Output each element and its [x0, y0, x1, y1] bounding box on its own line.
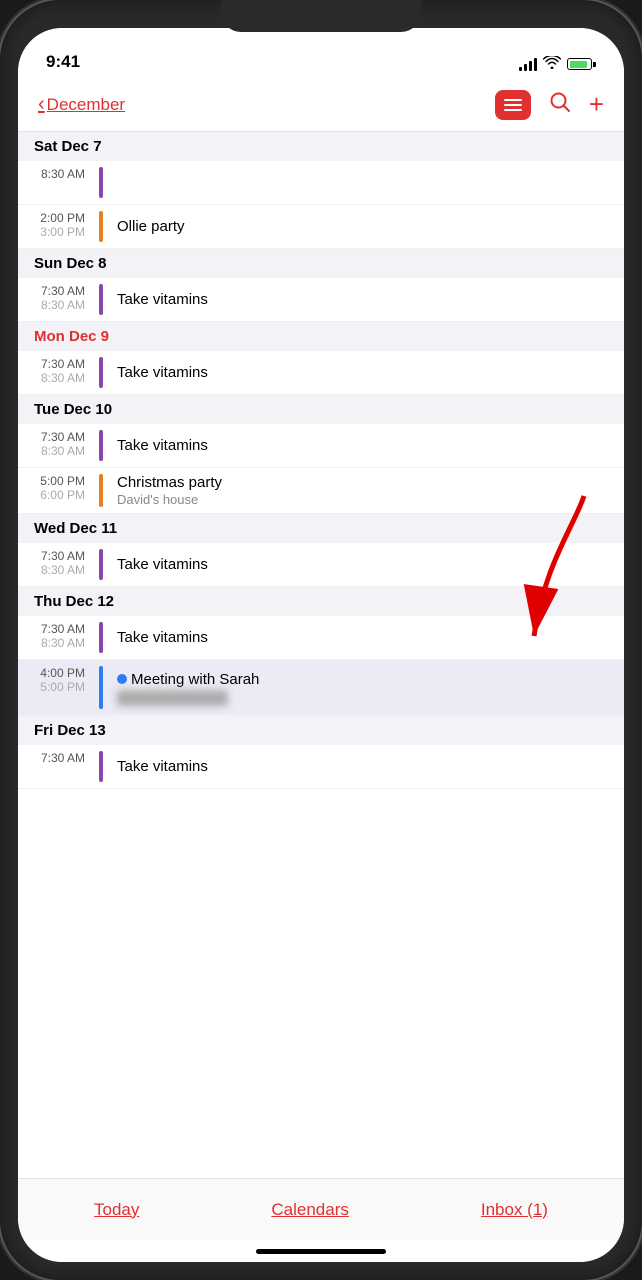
phone-frame: 9:41 — [0, 0, 642, 1280]
back-label: December — [47, 95, 125, 115]
event-color-bar — [99, 666, 103, 709]
event-row[interactable]: 7:30 AM 8:30 AM Take vitamins — [18, 543, 624, 587]
wifi-icon — [543, 56, 561, 72]
event-row[interactable]: 5:00 PM 6:00 PM Christmas party David's … — [18, 468, 624, 514]
event-title: Ollie party — [117, 218, 616, 235]
hamburger-icon — [504, 99, 522, 111]
event-blurred-detail: ████████████ — [117, 690, 616, 705]
event-row[interactable]: 8:30 AM — [18, 161, 624, 205]
search-button[interactable] — [549, 91, 571, 119]
event-title: Christmas party — [117, 474, 616, 491]
day-header-thu-dec-12: Thu Dec 12 — [18, 587, 624, 616]
event-content: Take vitamins — [109, 278, 624, 321]
status-time: 9:41 — [46, 52, 80, 72]
tab-today[interactable]: Today — [82, 1192, 151, 1228]
event-title: Take vitamins — [117, 291, 616, 308]
event-row[interactable]: 7:30 AM 8:30 AM Take vitamins — [18, 424, 624, 468]
nav-bar: ‹ December + — [18, 78, 624, 132]
status-icons — [519, 56, 596, 72]
event-subtitle: David's house — [117, 492, 616, 507]
event-time: 7:30 AM 8:30 AM — [18, 616, 93, 659]
event-dot-icon — [117, 674, 127, 684]
event-time: 8:30 AM — [18, 161, 93, 204]
signal-bar-1 — [519, 67, 522, 71]
event-content: Take vitamins — [109, 424, 624, 467]
tab-calendars[interactable]: Calendars — [259, 1192, 361, 1228]
day-header-sat-dec-7: Sat Dec 7 — [18, 132, 624, 161]
event-title: Take vitamins — [117, 364, 616, 381]
tab-bar: Today Calendars Inbox (1) — [18, 1178, 624, 1240]
event-content: Ollie party — [109, 205, 624, 248]
event-time: 7:30 AM 8:30 AM — [18, 351, 93, 394]
day-header-wed-dec-11: Wed Dec 11 — [18, 514, 624, 543]
day-header-fri-dec-13: Fri Dec 13 — [18, 716, 624, 745]
signal-bars-icon — [519, 58, 537, 71]
event-title: Take vitamins — [117, 629, 616, 646]
day-header-sun-dec-8: Sun Dec 8 — [18, 249, 624, 278]
battery-icon — [567, 58, 596, 70]
signal-bar-2 — [524, 64, 527, 71]
day-header-mon-dec-9: Mon Dec 9 — [18, 322, 624, 351]
notch — [221, 0, 421, 32]
back-button[interactable]: ‹ December — [38, 93, 125, 116]
event-content — [109, 161, 624, 204]
chevron-left-icon: ‹ — [38, 93, 45, 116]
add-button[interactable]: + — [589, 89, 604, 120]
event-row[interactable]: 7:30 AM Take vitamins — [18, 745, 624, 789]
event-content: Take vitamins — [109, 351, 624, 394]
day-header-tue-dec-10: Tue Dec 10 — [18, 395, 624, 424]
event-color-bar — [99, 622, 103, 653]
event-color-bar — [99, 211, 103, 242]
list-view-button[interactable] — [495, 90, 531, 120]
event-row[interactable]: 2:00 PM 3:00 PM Ollie party — [18, 205, 624, 249]
event-content: Take vitamins — [109, 543, 624, 586]
calendar-list: Sat Dec 7 8:30 AM 2:00 PM 3:00 PM Ollie … — [18, 132, 624, 1178]
event-color-bar — [99, 549, 103, 580]
event-row[interactable]: 7:30 AM 8:30 AM Take vitamins — [18, 351, 624, 395]
tab-inbox[interactable]: Inbox (1) — [469, 1192, 560, 1228]
nav-actions: + — [495, 89, 604, 120]
event-color-bar — [99, 474, 103, 507]
event-row-meeting-sarah[interactable]: 4:00 PM 5:00 PM Meeting with Sarah █████… — [18, 660, 624, 716]
event-content: Take vitamins — [109, 616, 624, 659]
event-row[interactable]: 7:30 AM 8:30 AM Take vitamins — [18, 616, 624, 660]
event-color-bar — [99, 751, 103, 782]
event-title: Take vitamins — [117, 556, 616, 573]
event-row[interactable]: 7:30 AM 8:30 AM Take vitamins — [18, 278, 624, 322]
event-time: 5:00 PM 6:00 PM — [18, 468, 93, 513]
event-color-bar — [99, 357, 103, 388]
event-content: Christmas party David's house — [109, 468, 624, 513]
phone-screen: 9:41 — [18, 28, 624, 1262]
event-time: 2:00 PM 3:00 PM — [18, 205, 93, 248]
event-time: 7:30 AM 8:30 AM — [18, 543, 93, 586]
event-time: 4:00 PM 5:00 PM — [18, 660, 93, 715]
event-color-bar — [99, 430, 103, 461]
signal-bar-4 — [534, 58, 537, 71]
event-color-bar — [99, 167, 103, 198]
event-time: 7:30 AM 8:30 AM — [18, 424, 93, 467]
home-bar — [256, 1249, 386, 1254]
event-color-bar — [99, 284, 103, 315]
home-indicator — [18, 1240, 624, 1262]
event-title: Meeting with Sarah — [131, 671, 259, 688]
event-time: 7:30 AM 8:30 AM — [18, 278, 93, 321]
event-title: Take vitamins — [117, 437, 616, 454]
signal-bar-3 — [529, 61, 532, 71]
event-time: 7:30 AM — [18, 745, 93, 788]
event-content: Meeting with Sarah ████████████ — [109, 660, 624, 715]
event-content: Take vitamins — [109, 745, 624, 788]
status-bar: 9:41 — [18, 28, 624, 78]
event-title: Take vitamins — [117, 758, 616, 775]
